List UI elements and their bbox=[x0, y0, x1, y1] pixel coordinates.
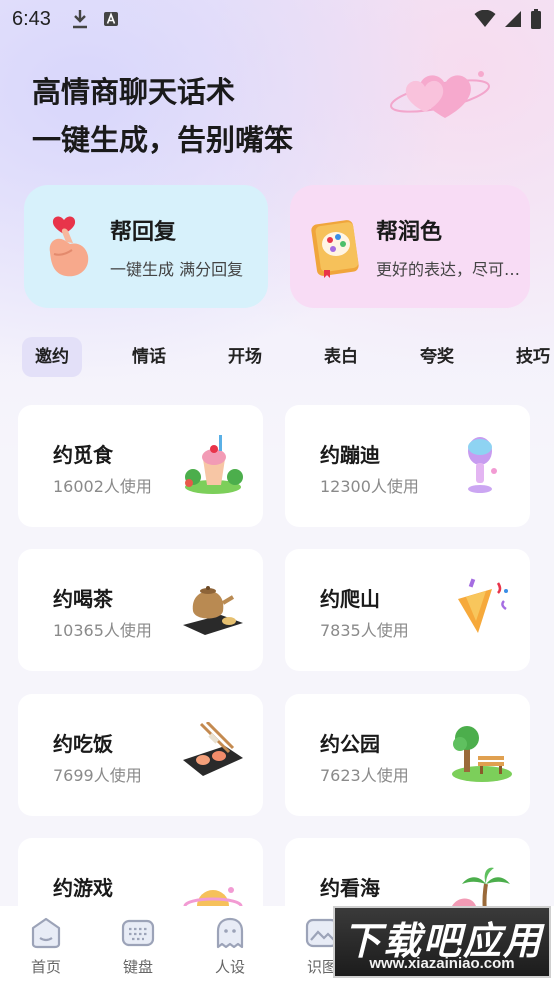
date-card-usage: 16002人使用 bbox=[53, 477, 152, 496]
help-polish-title: 帮润色 bbox=[376, 219, 443, 245]
planet-icon bbox=[183, 887, 243, 907]
date-card-grid: 约觅食 16002人使用 约蹦迪 12300人使用 约喝茶 10365人使用 约… bbox=[18, 405, 530, 907]
nav-persona-label: 人设 bbox=[214, 958, 245, 976]
date-card-dinner[interactable]: 约吃饭 7699人使用 bbox=[18, 694, 263, 816]
nav-home-label: 首页 bbox=[30, 958, 61, 976]
status-bar: 6:43 bbox=[0, 0, 554, 38]
hearts-decoration-icon bbox=[390, 71, 490, 118]
food-icon bbox=[185, 435, 243, 494]
tab-tips[interactable]: 技巧 bbox=[516, 337, 550, 377]
teapot-icon bbox=[183, 586, 243, 635]
nav-persona[interactable]: 人设 bbox=[184, 906, 276, 984]
date-card-usage: 7699人使用 bbox=[53, 766, 142, 785]
date-card-title: 约吃饭 bbox=[53, 732, 113, 756]
microphone-icon bbox=[468, 437, 497, 493]
date-card-food[interactable]: 约觅食 16002人使用 bbox=[18, 405, 263, 527]
hero-line-2: 一键生成，告别嘴笨 bbox=[32, 123, 294, 157]
party-popper-icon bbox=[458, 578, 508, 633]
nav-keyboard[interactable]: 键盘 bbox=[92, 906, 184, 984]
palette-book-icon bbox=[311, 219, 359, 278]
download-icon bbox=[72, 10, 87, 29]
hero-line-1: 高情商聊天话术 bbox=[32, 75, 236, 109]
help-polish-card[interactable]: 帮润色 更好的表达，尽可能地 bbox=[290, 185, 530, 308]
park-bench-icon bbox=[452, 726, 512, 782]
wifi-icon bbox=[474, 10, 496, 27]
date-card-tea[interactable]: 约喝茶 10365人使用 bbox=[18, 549, 263, 671]
palm-tree-icon bbox=[452, 867, 510, 907]
tab-compliment[interactable]: 夸奖 bbox=[420, 337, 454, 377]
finger-heart-icon bbox=[49, 215, 89, 276]
date-card-sea[interactable]: 约看海 bbox=[285, 838, 530, 907]
date-card-usage: 12300人使用 bbox=[320, 477, 419, 496]
sushi-icon bbox=[183, 722, 243, 776]
tab-sweet-talk[interactable]: 情话 bbox=[132, 337, 166, 377]
date-card-title: 约蹦迪 bbox=[320, 443, 380, 467]
date-card-game[interactable]: 约游戏 bbox=[18, 838, 263, 907]
date-card-title: 约游戏 bbox=[53, 876, 113, 900]
ghost-icon bbox=[216, 917, 244, 949]
date-card-usage: 10365人使用 bbox=[53, 621, 152, 640]
battery-icon bbox=[531, 9, 541, 29]
help-reply-title: 帮回复 bbox=[110, 219, 177, 245]
signal-icon bbox=[505, 11, 521, 27]
hero-title: 高情商聊天话术 一键生成，告别嘴笨 bbox=[32, 68, 293, 164]
home-icon bbox=[31, 917, 61, 949]
tab-invite[interactable]: 邀约 bbox=[22, 337, 82, 377]
date-card-title: 约看海 bbox=[320, 876, 380, 900]
watermark-logo: 下载吧应用 www.xiazainiao.com bbox=[333, 906, 551, 978]
nav-keyboard-label: 键盘 bbox=[122, 958, 153, 976]
tab-opening[interactable]: 开场 bbox=[228, 337, 262, 377]
nav-home[interactable]: 首页 bbox=[0, 906, 92, 984]
help-polish-subtitle: 更好的表达，尽可能地 bbox=[376, 259, 528, 279]
date-card-title: 约觅食 bbox=[53, 443, 113, 467]
watermark-url: www.xiazainiao.com bbox=[369, 955, 515, 972]
date-card-usage: 7623人使用 bbox=[320, 766, 409, 785]
date-card-title: 约爬山 bbox=[320, 587, 380, 611]
date-card-disco[interactable]: 约蹦迪 12300人使用 bbox=[285, 405, 530, 527]
status-time: 6:43 bbox=[12, 7, 51, 30]
date-card-title: 约喝茶 bbox=[53, 587, 113, 611]
date-card-usage: 7835人使用 bbox=[320, 621, 409, 640]
category-tabs: 邀约 情话 开场 表白 夸奖 技巧 bbox=[22, 336, 554, 378]
keyboard-icon bbox=[121, 919, 155, 947]
help-reply-card[interactable]: 帮回复 一键生成 满分回复 bbox=[24, 185, 268, 308]
tab-confession[interactable]: 表白 bbox=[324, 337, 358, 377]
help-reply-subtitle: 一键生成 满分回复 bbox=[110, 259, 244, 279]
date-card-title: 约公园 bbox=[320, 732, 380, 756]
date-card-hiking[interactable]: 约爬山 7835人使用 bbox=[285, 549, 530, 671]
date-card-park[interactable]: 约公园 7623人使用 bbox=[285, 694, 530, 816]
font-a-icon bbox=[103, 12, 118, 26]
